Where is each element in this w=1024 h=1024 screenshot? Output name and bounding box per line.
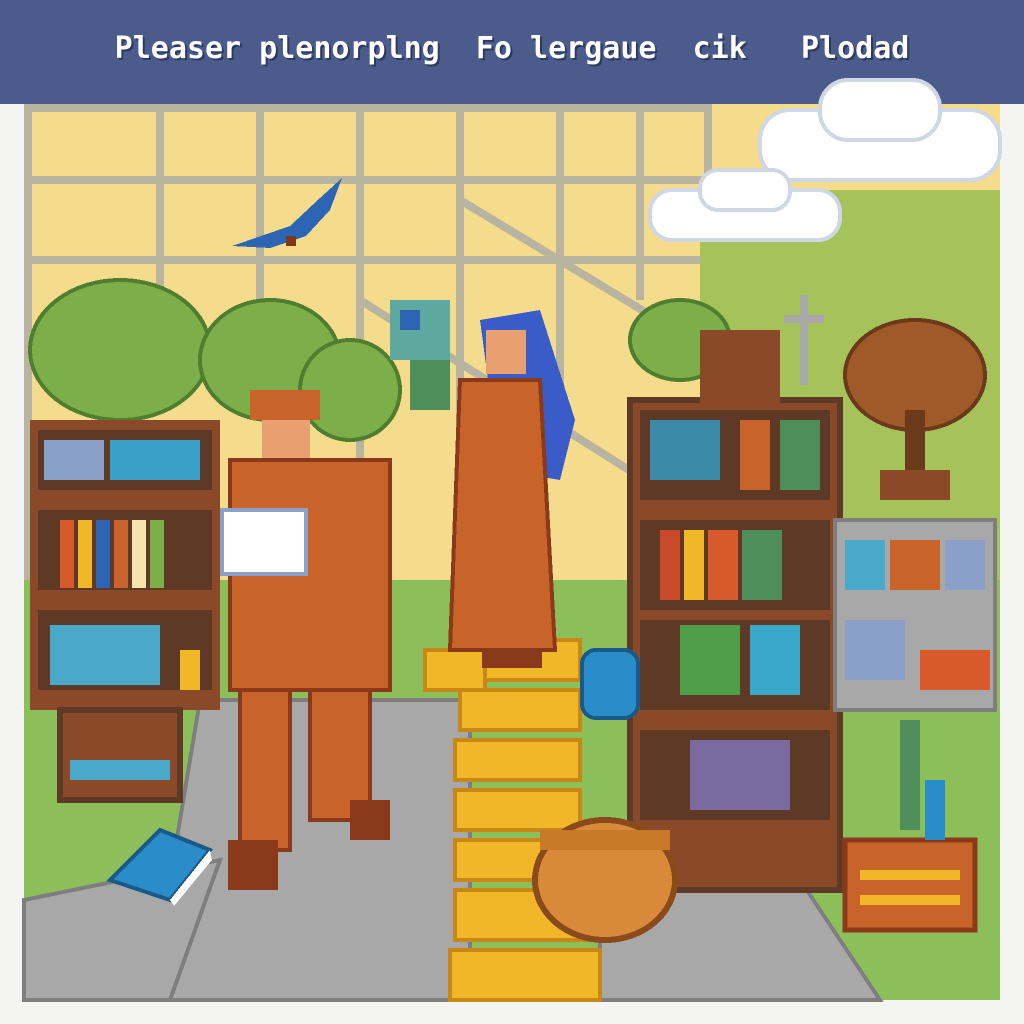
bookshelf-right <box>627 330 843 893</box>
side-shelf <box>833 518 997 712</box>
basket <box>532 817 678 943</box>
game-screen: Pleaser plenorplng Fo lergaue cik Plodad <box>0 0 1024 1024</box>
held-book <box>220 508 308 576</box>
blue-vase <box>580 648 640 720</box>
game-scene <box>22 78 1002 1002</box>
